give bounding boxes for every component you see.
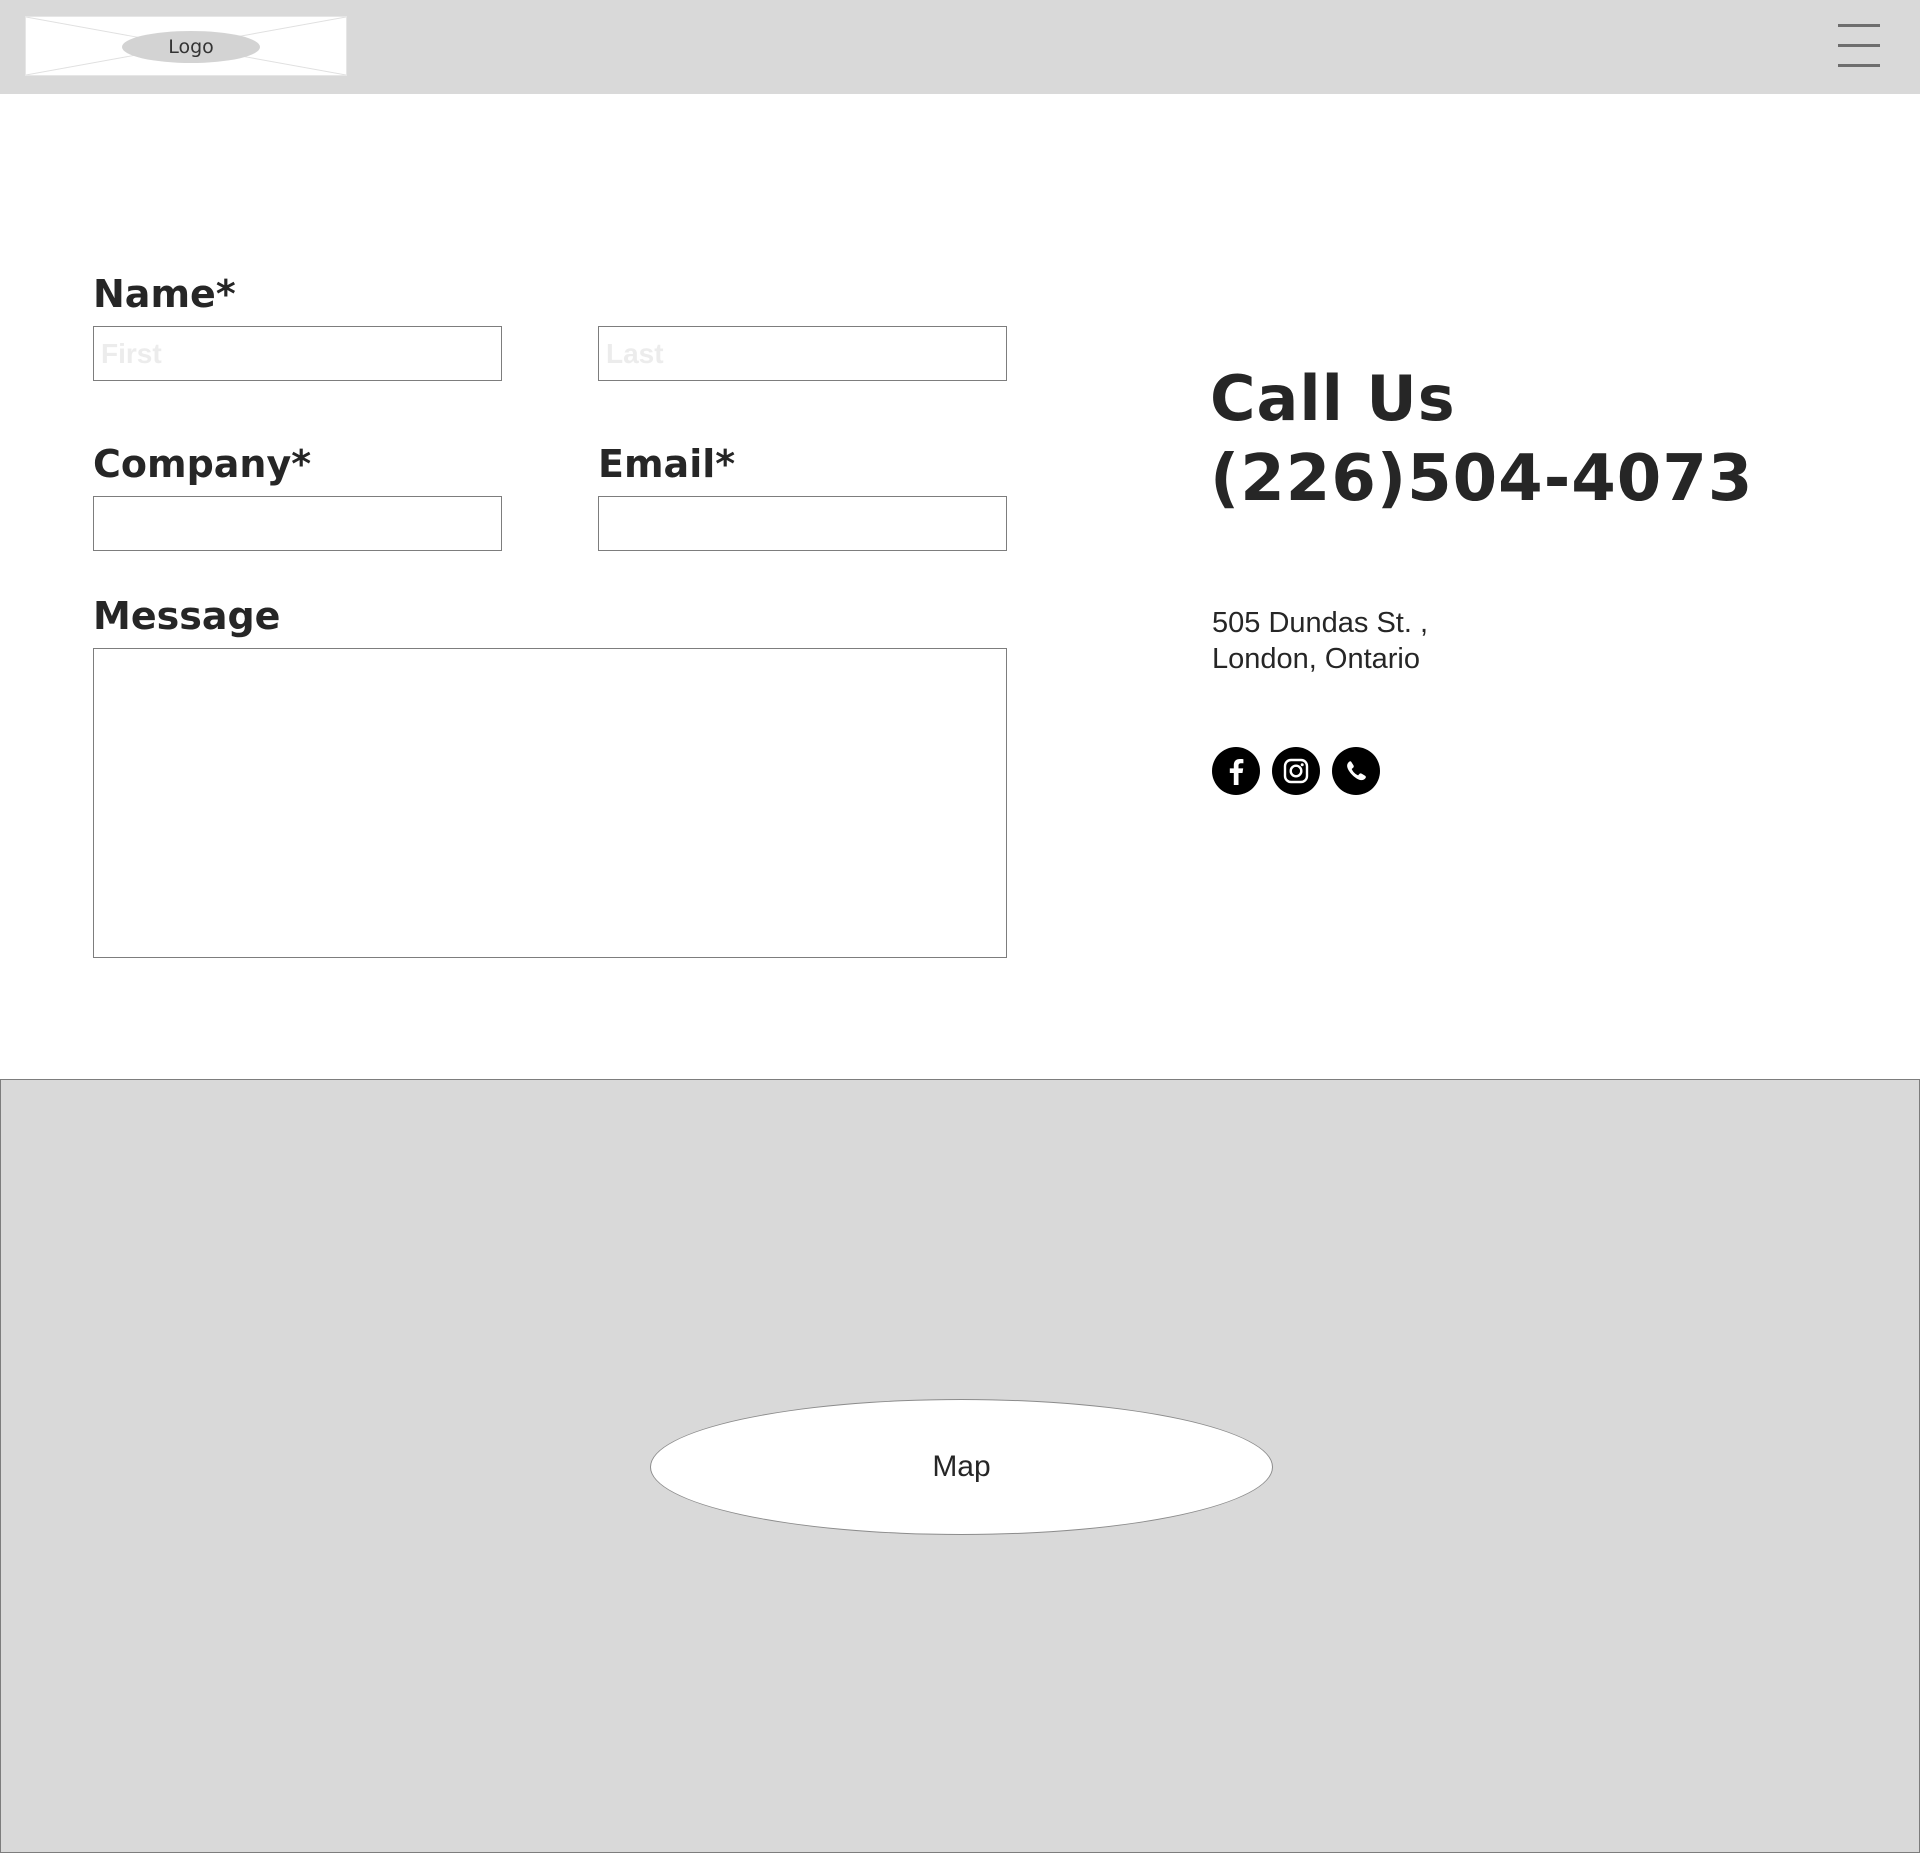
- company-input[interactable]: [93, 496, 502, 551]
- logo[interactable]: Logo: [25, 16, 347, 76]
- address-line-2: London, Ontario: [1212, 643, 1420, 675]
- email-label: Email*: [598, 442, 736, 486]
- instagram-glyph: [1283, 758, 1309, 784]
- company-label: Company*: [93, 442, 312, 486]
- map-section[interactable]: Map: [0, 1079, 1920, 1853]
- call-us-heading: Call Us: [1210, 362, 1456, 435]
- name-label: Name*: [93, 272, 236, 316]
- facebook-icon[interactable]: [1212, 747, 1260, 795]
- logo-text: Logo: [122, 31, 260, 63]
- hamburger-menu-icon[interactable]: [1834, 22, 1882, 70]
- whatsapp-icon[interactable]: [1332, 747, 1380, 795]
- message-textarea[interactable]: [93, 648, 1007, 958]
- email-input[interactable]: [598, 496, 1007, 551]
- site-header: Logo: [0, 0, 1920, 94]
- message-label: Message: [93, 594, 281, 638]
- facebook-glyph: [1229, 759, 1244, 785]
- map-placeholder: Map: [650, 1399, 1273, 1535]
- instagram-icon[interactable]: [1272, 747, 1320, 795]
- phone-number[interactable]: (226)504-4073: [1210, 442, 1753, 516]
- whatsapp-glyph: [1347, 761, 1366, 781]
- address-line-1: 505 Dundas St. ,: [1212, 607, 1429, 639]
- first-name-input[interactable]: [93, 326, 502, 381]
- last-name-input[interactable]: [598, 326, 1007, 381]
